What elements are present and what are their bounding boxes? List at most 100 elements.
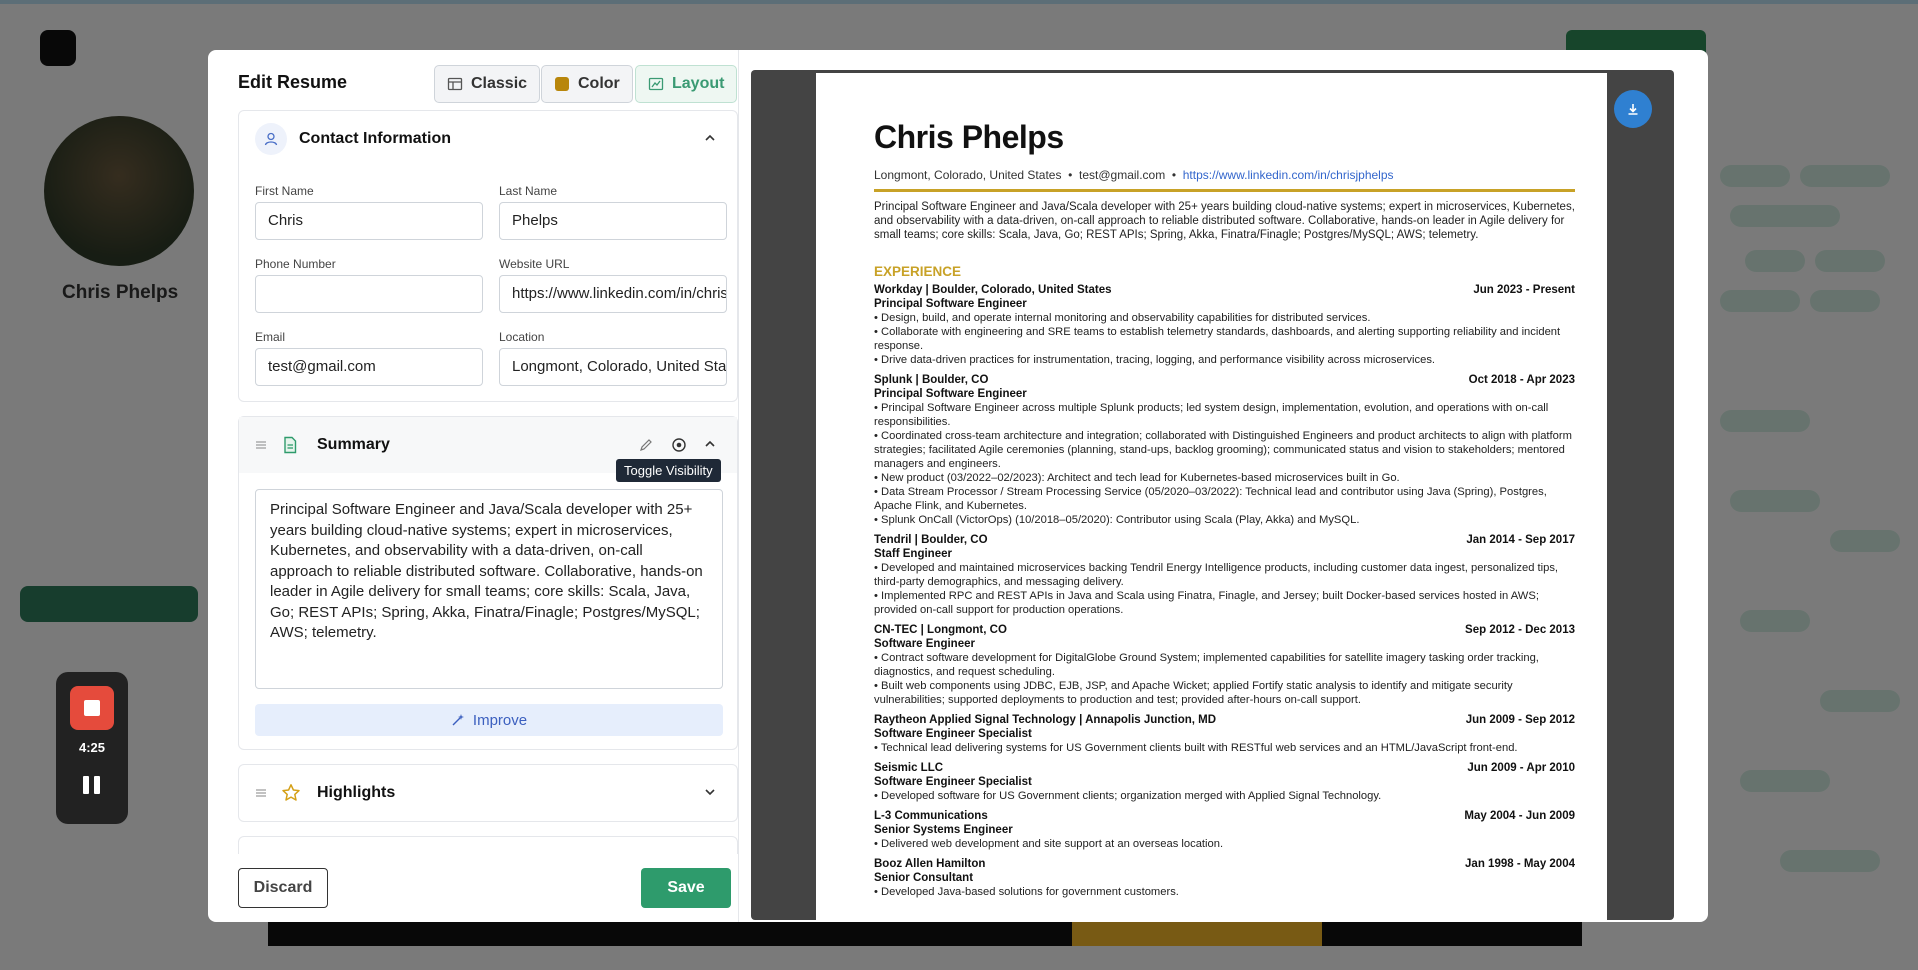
job-header: Booz Allen Hamilton Jan 1998 - May 2004 [874,857,1575,871]
last-name-label: Last Name [499,184,558,198]
email-label: Email [255,330,286,344]
resume-name: Chris Phelps [874,119,1064,155]
summary-textarea[interactable]: Principal Software Engineer and Java/Sca… [255,489,723,689]
drag-handle-icon[interactable] [255,439,267,451]
experience-item: L-3 Communications May 2004 - Jun 2009 Sen… [874,809,1575,851]
chevron-up-icon[interactable] [703,437,717,451]
job-dates: Jun 2009 - Apr 2010 [1467,762,1575,774]
job-header: Splunk | Boulder, CO Oct 2018 - Apr 2023 [874,373,1575,387]
resume-preview[interactable]: Chris Phelps Longmont, Colorado, United … [751,70,1674,920]
job-bullet: • Principal Software Engineer across mul… [874,402,1549,428]
job-bullet: • Contract software development for Digi… [874,652,1539,678]
job-bullet: • Design, build, and operate internal mo… [874,312,1371,324]
job-header: CN-TEC | Longmont, CO Sep 2012 - Dec 2013 [874,623,1575,637]
location-field[interactable]: Longmont, Colorado, United States [499,348,727,386]
resume-summary: Principal Software Engineer and Java/Sca… [874,201,1575,241]
job-bullet: • Developed and maintained microservices… [874,562,1559,588]
job-bullet: • Collaborate with engineering and SRE t… [874,326,1561,352]
experience-item: Workday | Boulder, Colorado, United Stat… [874,283,1575,367]
editor-scroll-panel[interactable]: Contact Information First Name Chris Las… [230,110,740,854]
visibility-toggle-icon[interactable] [671,437,687,453]
experience-item: Booz Allen Hamilton Jan 1998 - May 2004 Se… [874,857,1575,899]
job-bullet: • Delivered web development and site sup… [874,838,1224,850]
contact-section-header[interactable]: Contact Information [239,111,737,167]
chevron-down-icon[interactable] [703,785,717,799]
job-company: Splunk | Boulder, CO [874,374,989,386]
experience-item: Splunk | Boulder, CO Oct 2018 - Apr 2023 P… [874,373,1575,527]
job-bullet: • Developed Java-based solutions for gov… [874,886,1179,898]
highlights-section: Highlights [238,764,738,822]
pause-icon[interactable] [83,776,101,794]
highlights-section-header[interactable]: Highlights [239,765,737,821]
location-label: Location [499,330,545,344]
chevron-up-icon[interactable] [703,131,717,145]
stop-recording-button[interactable] [70,686,114,730]
download-button[interactable] [1614,90,1652,128]
summary-title: Summary [317,436,390,453]
download-icon [1628,104,1638,115]
email-field[interactable]: test@gmail.com [255,348,483,386]
first-name-field[interactable]: Chris [255,202,483,240]
phone-field[interactable] [255,275,483,313]
job-company: Seismic LLC [874,762,944,774]
job-header: Seismic LLC Jun 2009 - Apr 2010 [874,761,1575,775]
panel-divider [738,50,739,922]
classic-template-button[interactable]: Classic [434,65,541,103]
website-field[interactable]: https://www.linkedin.com/in/chrisjphelps [499,275,727,313]
job-dates: Jan 2014 - Sep 2017 [1466,534,1575,546]
magic-wand-icon [452,714,464,726]
toggle-visibility-tooltip: Toggle Visibility [616,459,721,482]
phone-label: Phone Number [255,257,336,271]
experience-item: Tendril | Boulder, CO Jan 2014 - Sep 2017… [874,533,1575,617]
job-bullet: • Technical lead delivering systems for … [874,742,1518,754]
job-header: Tendril | Boulder, CO Jan 2014 - Sep 2017 [874,533,1575,547]
job-bullet: • Coordinated cross-team architecture an… [874,430,1572,470]
improve-button[interactable]: Improve [255,704,723,736]
job-company: Booz Allen Hamilton [874,858,986,870]
job-title: Software Engineer [874,638,975,650]
save-button[interactable]: Save [641,868,731,908]
contact-section: Contact Information First Name Chris Las… [238,110,738,402]
highlights-title: Highlights [317,784,396,801]
document-icon [284,436,297,454]
recording-timer: 4:25 [78,740,106,755]
separator: • [1168,168,1183,182]
improve-label: Improve [472,711,528,729]
resume-linkedin-link[interactable]: https://www.linkedin.com/in/chrisjphelps [1183,168,1394,182]
color-button[interactable]: Color [541,65,633,103]
website-label: Website URL [499,257,570,271]
job-header: L-3 Communications May 2004 - Jun 2009 [874,809,1575,823]
layout-icon [648,77,664,91]
color-label: Color [578,75,620,92]
job-dates: Jun 2009 - Sep 2012 [1465,714,1575,726]
last-name-field[interactable]: Phelps [499,202,727,240]
job-title: Staff Engineer [874,548,952,560]
contact-title: Contact Information [299,130,451,147]
experience-item: Raytheon Applied Signal Technology | Ann… [874,713,1575,755]
user-icon [255,123,287,155]
job-dates: May 2004 - Jun 2009 [1464,810,1575,822]
experience-heading: EXPERIENCE [874,264,962,279]
layout-button[interactable]: Layout [635,65,738,103]
job-company: Tendril | Boulder, CO [874,534,988,546]
resume-email: test@gmail.com [1079,168,1166,182]
screen-recorder-widget: 4:25 [56,672,128,824]
job-bullet: • Developed software for US Government c… [874,790,1382,802]
job-title: Software Engineer Specialist [874,728,1032,740]
experience-list: Workday | Boulder, Colorado, United Stat… [874,283,1575,899]
job-company: Workday | Boulder, Colorado, United Stat… [874,284,1112,296]
classic-label: Classic [471,75,528,92]
discard-button[interactable]: Discard [238,868,328,908]
job-company: Raytheon Applied Signal Technology | Ann… [874,714,1217,726]
separator: • [1064,168,1079,182]
experience-item: CN-TEC | Longmont, CO Sep 2012 - Dec 2013… [874,623,1575,707]
job-title: Principal Software Engineer [874,298,1027,310]
drag-handle-icon[interactable] [255,787,267,799]
job-bullet: • Data Stream Processor / Stream Process… [874,486,1547,512]
resume-location: Longmont, Colorado, United States [874,168,1062,182]
job-bullet: • Splunk OnCall (VictorOps) (10/2018–05/… [874,514,1360,526]
job-bullet: • Built web components using JDBC, EJB, … [874,680,1513,706]
job-header: Raytheon Applied Signal Technology | Ann… [874,713,1575,727]
job-company: L-3 Communications [874,810,988,822]
edit-pencil-icon[interactable] [639,438,653,452]
